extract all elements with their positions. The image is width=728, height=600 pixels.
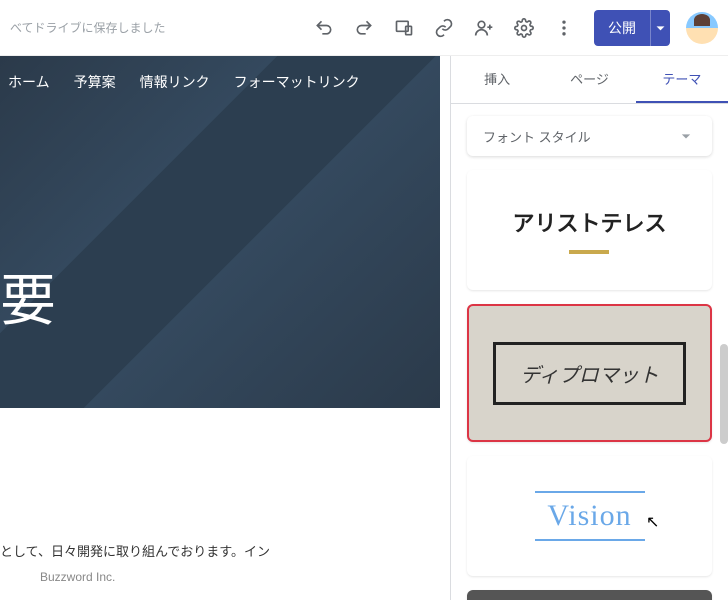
user-avatar[interactable] bbox=[686, 12, 718, 44]
person-add-icon bbox=[474, 18, 494, 38]
right-sidebar: 挿入 ページ テーマ フォント スタイル アリストテレス ディプロマット Vis… bbox=[450, 56, 728, 600]
gear-icon bbox=[514, 18, 534, 38]
font-style-dropdown[interactable]: フォント スタイル bbox=[467, 116, 712, 156]
redo-icon bbox=[354, 18, 374, 38]
body-text-line: として、日々開発に取り組んでおります。イン bbox=[0, 541, 270, 560]
font-style-label: フォント スタイル bbox=[483, 127, 591, 146]
more-vert-icon bbox=[554, 18, 574, 38]
link-button[interactable] bbox=[426, 10, 462, 46]
nav-home[interactable]: ホーム bbox=[8, 72, 50, 92]
redo-button[interactable] bbox=[346, 10, 382, 46]
top-toolbar: べてドライブに保存しました 公開 bbox=[0, 0, 728, 56]
nav-budget[interactable]: 予算案 bbox=[74, 72, 116, 92]
nav-info[interactable]: 情報リンク bbox=[140, 72, 210, 92]
save-status-text: べてドライブに保存しました bbox=[10, 19, 302, 36]
vision-line-top bbox=[535, 491, 645, 493]
main-area: ホーム 予算案 情報リンク フォーマットリンク 要 として、日々開発に取り組んで… bbox=[0, 56, 728, 600]
chevron-down-icon bbox=[676, 126, 696, 146]
theme-aristotle-label: アリストテレス bbox=[512, 206, 666, 254]
preview-button[interactable] bbox=[386, 10, 422, 46]
theme-aristotle[interactable]: アリストテレス bbox=[467, 170, 712, 290]
theme-dark-partial[interactable] bbox=[467, 590, 712, 600]
theme-diplomat[interactable]: ディプロマット bbox=[467, 304, 712, 442]
theme-diplomat-label: ディプロマット bbox=[493, 342, 686, 405]
settings-button[interactable] bbox=[506, 10, 542, 46]
publish-group: 公開 bbox=[594, 10, 670, 46]
link-icon bbox=[434, 18, 454, 38]
more-button[interactable] bbox=[546, 10, 582, 46]
vision-line-bottom bbox=[535, 539, 645, 541]
share-button[interactable] bbox=[466, 10, 502, 46]
undo-button[interactable] bbox=[306, 10, 342, 46]
theme-vision[interactable]: Vision bbox=[467, 456, 712, 576]
hero-title[interactable]: 要 bbox=[0, 256, 56, 337]
nav-format[interactable]: フォーマットリンク bbox=[234, 72, 360, 92]
copyright-text: Buzzword Inc. bbox=[0, 570, 270, 584]
sidebar-body: フォント スタイル アリストテレス ディプロマット Vision ↖ bbox=[451, 104, 728, 600]
publish-button[interactable]: 公開 bbox=[594, 10, 650, 46]
hero-section: ホーム 予算案 情報リンク フォーマットリンク 要 bbox=[0, 56, 440, 408]
site-nav: ホーム 予算案 情報リンク フォーマットリンク bbox=[0, 56, 440, 108]
page-canvas[interactable]: ホーム 予算案 情報リンク フォーマットリンク 要 として、日々開発に取り組んで… bbox=[0, 56, 450, 600]
theme-vision-label: Vision bbox=[547, 499, 631, 533]
scrollbar-thumb[interactable] bbox=[720, 344, 728, 444]
tab-insert[interactable]: 挿入 bbox=[451, 56, 543, 103]
undo-icon bbox=[314, 18, 334, 38]
chevron-down-icon bbox=[651, 18, 670, 38]
tab-pages[interactable]: ページ bbox=[543, 56, 635, 103]
devices-icon bbox=[394, 18, 414, 38]
body-text-block[interactable]: として、日々開発に取り組んでおります。イン Buzzword Inc. bbox=[0, 541, 270, 584]
sidebar-tabs: 挿入 ページ テーマ bbox=[451, 56, 728, 104]
publish-dropdown-button[interactable] bbox=[650, 10, 670, 46]
tab-theme[interactable]: テーマ bbox=[636, 56, 728, 103]
